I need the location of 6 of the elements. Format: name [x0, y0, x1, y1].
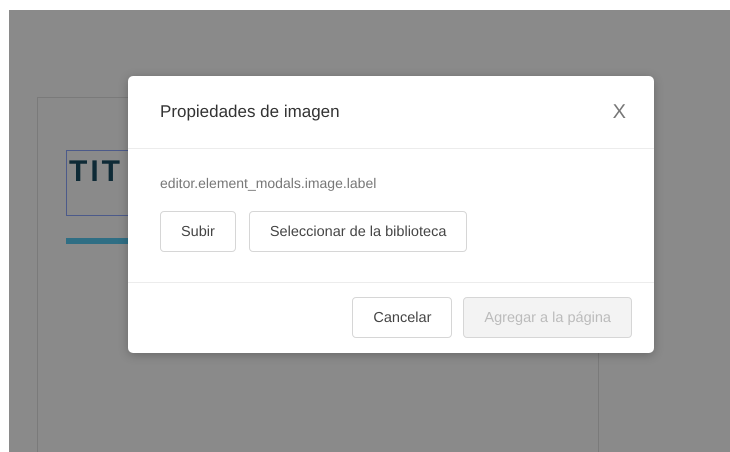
- close-button[interactable]: X: [612, 100, 626, 124]
- modal-title: Propiedades de imagen: [160, 102, 340, 122]
- heading-underline: [66, 238, 128, 244]
- library-button[interactable]: Seleccionar de la biblioteca: [248, 211, 468, 252]
- cancel-button[interactable]: Cancelar: [352, 297, 452, 338]
- upload-button[interactable]: Subir: [160, 211, 236, 252]
